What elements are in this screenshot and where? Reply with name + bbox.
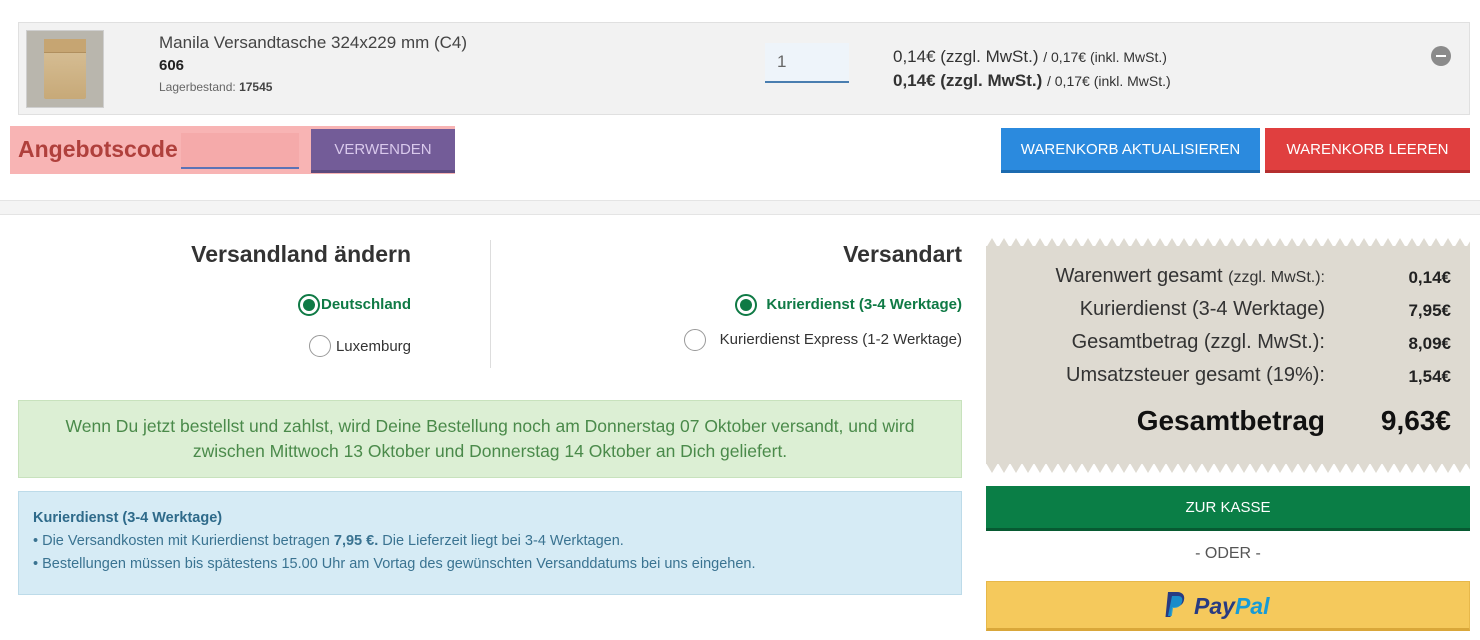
summary-total-label: Gesamtbetrag	[1136, 405, 1325, 436]
envelope-flap-graphic	[44, 39, 86, 53]
country-heading: Versandland ändern	[191, 241, 411, 267]
product-image[interactable]	[26, 30, 104, 108]
summary-shipping-label: Kurierdienst (3-4 Werktage)	[1079, 298, 1325, 320]
summary-tax-label: Umsatzsteuer gesamt (19%):	[1066, 364, 1325, 386]
cart-item-row: Manila Versandtasche 324x229 mm (C4) 606…	[18, 22, 1470, 115]
checkout-button[interactable]: ZUR KASSE	[986, 486, 1470, 531]
method-option-express[interactable]: Kurierdienst Express (1-2 Werktage)	[720, 331, 962, 348]
summary-subtotal-value: 8,09€	[1408, 334, 1451, 353]
update-cart-button[interactable]: WARENKORB AKTUALISIEREN	[1001, 128, 1260, 173]
summary-shipping-value: 7,95€	[1408, 301, 1451, 320]
paypal-pal: Pal	[1234, 593, 1270, 619]
method-radio-express[interactable]	[684, 329, 706, 351]
unit-price-gross: / 0,17€ (inkl. MwSt.)	[1043, 49, 1167, 65]
receipt-bottom-edge	[986, 463, 1470, 473]
country-option-deutschland[interactable]: Deutschland	[321, 296, 411, 313]
product-stock: Lagerbestand: 17545	[159, 80, 272, 94]
info-line1-bold: 7,95 €.	[333, 533, 379, 549]
paypal-pay: Pay	[1194, 593, 1235, 619]
coupon-input[interactable]	[181, 133, 299, 169]
minus-circle-icon[interactable]	[1431, 46, 1451, 66]
paypal-button[interactable]: PayPal	[986, 581, 1470, 631]
country-radio-luxemburg[interactable]	[309, 335, 331, 357]
summary-total-value: 9,63€	[1380, 405, 1451, 436]
info-title: Kurierdienst (3-4 Werktage)	[33, 510, 223, 526]
paypal-wordmark: PayPal	[1194, 593, 1269, 620]
unit-price: 0,14€ (zzgl. MwSt.) / 0,17€ (inkl. MwSt.…	[893, 47, 1167, 67]
info-line-deadline: • Bestellungen müssen bis spätestens 15.…	[33, 556, 756, 572]
quantity-input[interactable]	[765, 43, 849, 83]
shipping-info-box: Kurierdienst (3-4 Werktage) • Die Versan…	[18, 491, 962, 595]
coupon-form: Angebotscode VERWENDEN	[10, 126, 455, 174]
delivery-notice: Wenn Du jetzt bestellst und zahlst, wird…	[18, 400, 962, 478]
method-option-standard[interactable]: Kurierdienst (3-4 Werktage)	[766, 296, 962, 313]
product-sku: 606	[159, 57, 185, 74]
section-divider	[0, 200, 1480, 215]
or-separator: - ODER -	[1195, 545, 1261, 562]
coupon-label: Angebotscode	[18, 136, 178, 162]
shipping-method-heading: Versandart	[843, 241, 962, 267]
product-name[interactable]: Manila Versandtasche 324x229 mm (C4)	[159, 33, 467, 53]
total-price-net: 0,14€ (zzgl. MwSt.)	[893, 71, 1043, 90]
total-price-gross: / 0,17€ (inkl. MwSt.)	[1046, 73, 1171, 89]
total-price: 0,14€ (zzgl. MwSt.) / 0,17€ (inkl. MwSt.…	[893, 71, 1171, 91]
column-separator	[490, 240, 491, 368]
summary-tax-value: 1,54€	[1408, 367, 1451, 386]
summary-subtotal-label: Gesamtbetrag (zzgl. MwSt.):	[1071, 331, 1325, 353]
summary-goods-value: 0,14€	[1408, 268, 1451, 287]
stock-label: Lagerbestand:	[159, 80, 236, 94]
clear-cart-button[interactable]: WARENKORB LEEREN	[1265, 128, 1470, 173]
summary-goods-label: Warenwert gesamt (zzgl. MwSt.):	[1055, 265, 1325, 288]
country-option-luxemburg[interactable]: Luxemburg	[336, 338, 411, 355]
info-line1-post: Die Lieferzeit liegt bei 3-4 Werktagen.	[382, 533, 624, 549]
goods-label: Warenwert gesamt	[1055, 265, 1223, 287]
method-radio-standard[interactable]	[735, 294, 757, 316]
unit-price-net: 0,14€ (zzgl. MwSt.)	[893, 47, 1039, 66]
apply-coupon-button[interactable]: VERWENDEN	[311, 129, 455, 173]
country-radio-deutschland[interactable]	[298, 294, 320, 316]
info-line-cost: • Die Versandkosten mit Kurierdienst bet…	[33, 533, 947, 549]
stock-value: 17545	[239, 80, 273, 94]
paypal-icon	[1165, 592, 1185, 617]
info-line1-pre: • Die Versandkosten mit Kurierdienst bet…	[33, 533, 330, 549]
goods-note: (zzgl. MwSt.):	[1228, 269, 1325, 286]
